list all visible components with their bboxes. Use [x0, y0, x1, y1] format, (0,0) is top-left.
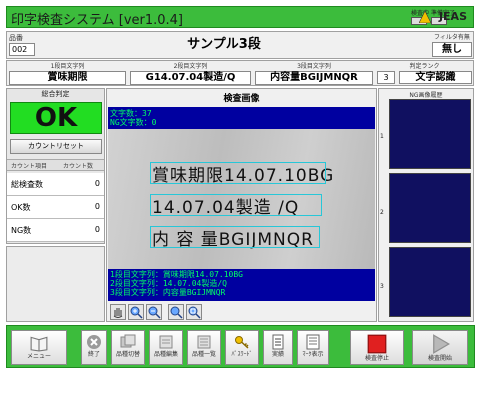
stop-inspection-label: 検査停止 [364, 355, 389, 362]
count-header: カウント項目 カウント数 [7, 159, 104, 171]
sidebar-empty-area [6, 246, 105, 322]
ng-char-count-text: NG文字数：0 [110, 118, 157, 127]
zoom-controls [110, 304, 202, 320]
count-item-col: カウント項目 [11, 163, 48, 170]
document-icon [272, 334, 284, 350]
menu-label: メニュー [26, 353, 51, 360]
count-reset-button[interactable]: カウントリセット [10, 139, 102, 154]
ng-slot-3-label: 3 [380, 283, 384, 290]
zoom-reset-icon[interactable] [186, 304, 202, 320]
product-name: サンプル3段 [187, 37, 261, 52]
ng-slot-2-label: 2 [380, 209, 384, 216]
judgement-method: 文字認識 [399, 71, 472, 84]
sidebar: 総合判定 OK カウントリセット カウント項目 カウント数 総検査数 0 OK数… [6, 88, 105, 244]
product-list-label: 品種一覧 [191, 351, 216, 358]
zoom-out-icon[interactable] [146, 304, 162, 320]
product-switch-label: 品種切替 [115, 351, 140, 358]
result-line-1: 1段目文字列：賞味期限14.07.10BG [110, 270, 243, 279]
product-no-label: 品番 [9, 34, 23, 42]
edit-icon [159, 335, 173, 349]
menu-button[interactable]: メニュー [11, 330, 67, 365]
bottom-toolbar: メニュー 終了 品種切替 品種編集 品種一覧 ﾊﾟｽﾜｰﾄﾞ 実績 ﾏｰｸ表示 … [6, 325, 475, 368]
line-strings-row: 1段目文字列 賞味期限 2段目文字列 G14.07.04製造/Q 3段目文字列 … [6, 60, 474, 86]
line-2-label: 2段目文字列 [173, 63, 208, 70]
count-ng-value: 0 [94, 225, 100, 234]
book-icon [30, 336, 48, 352]
stop-icon [367, 334, 387, 354]
ng-slot-1[interactable] [389, 99, 471, 169]
ng-history-panel: NG画像履歴 1 2 3 [378, 88, 474, 322]
count-total-label: 総検査数 [11, 180, 43, 189]
logo-icon [419, 11, 431, 23]
title-bar: 印字検査システム [ver1.0.4] 検査中 準備完了 JEAS [6, 6, 474, 28]
count-row-total: 総検査数 0 [7, 173, 104, 196]
ocr-box-1 [150, 162, 326, 184]
start-inspection-label: 検査開始 [427, 355, 452, 362]
line-1-box: 1段目文字列 賞味期限 [9, 62, 126, 85]
ng-slot-1-label: 1 [380, 133, 384, 140]
ocr-box-3 [150, 226, 320, 248]
line-2-value: G14.07.04製造/Q [130, 71, 251, 85]
key-icon [235, 336, 249, 349]
record-label: 実績 [271, 351, 284, 358]
filter-value: 無し [432, 42, 472, 57]
line-3-box: 3段目文字列 内容量BGIJMNQR [255, 62, 373, 85]
start-inspection-button[interactable]: 検査開始 [412, 330, 468, 365]
count-ng-label: NG数 [11, 226, 32, 235]
zoom-fit-icon[interactable] [168, 304, 184, 320]
judgement-rank-label: 判定ランク [409, 63, 440, 70]
judgement-rank-box: 判定ランク 3 文字認識 [377, 62, 472, 85]
mark-display-button[interactable]: ﾏｰｸ表示 [297, 330, 329, 365]
result-line-3: 3段目文字列：内容量BGIJMNQR [110, 288, 226, 297]
line-3-label: 3段目文字列 [297, 63, 331, 70]
filter-box: フィルタ有無 無し [432, 33, 472, 57]
logo-text: JEAS [438, 10, 467, 23]
filter-label: フィルタ有無 [434, 34, 470, 41]
judgement-rank-value: 3 [377, 71, 395, 84]
product-edit-button[interactable]: 品種編集 [149, 330, 183, 365]
pan-hand-icon[interactable] [110, 304, 126, 320]
mark-icon [306, 334, 320, 350]
list-icon [197, 335, 211, 349]
password-button[interactable]: ﾊﾟｽﾜｰﾄﾞ [225, 330, 259, 365]
ocr-box-2 [150, 194, 322, 216]
stop-inspection-button[interactable]: 検査停止 [350, 330, 404, 365]
ng-slot-3[interactable] [389, 247, 471, 317]
count-total-value: 0 [94, 179, 100, 188]
ng-slot-2[interactable] [389, 173, 471, 243]
play-icon [433, 334, 450, 354]
overall-result: OK [10, 102, 102, 134]
exit-button[interactable]: 終了 [81, 330, 107, 365]
record-button[interactable]: 実績 [263, 330, 293, 365]
count-value-col: カウント数 [63, 163, 94, 170]
close-icon [87, 335, 101, 349]
product-header: 品番 002 サンプル3段 フィルタ有無 無し [6, 31, 474, 59]
line-1-value: 賞味期限 [9, 71, 126, 85]
line-2-box: 2段目文字列 G14.07.04製造/Q [130, 62, 251, 85]
product-no-value: 002 [9, 43, 35, 56]
product-switch-button[interactable]: 品種切替 [111, 330, 145, 365]
ng-history-title: NG画像履歴 [409, 92, 443, 99]
exit-label: 終了 [87, 351, 100, 358]
password-label: ﾊﾟｽﾜｰﾄﾞ [231, 351, 253, 358]
product-list-button[interactable]: 品種一覧 [187, 330, 221, 365]
switch-icon [120, 334, 136, 348]
inspection-image: 文字数：37 NG文字数：0 賞味期限14.07.10BG 14.07.04製造… [108, 107, 375, 301]
result-line-2: 2段目文字列：14.07.04製造/Q [110, 279, 227, 288]
line-3-value: 内容量BGIJMNQR [255, 71, 373, 85]
image-panel-title: 検査画像 [223, 94, 260, 104]
mark-display-label: ﾏｰｸ表示 [302, 351, 324, 358]
product-edit-label: 品種編集 [153, 351, 178, 358]
product-no-box: 品番 002 [9, 34, 35, 56]
count-ok-label: OK数 [11, 203, 31, 212]
app-title: 印字検査システム [ver1.0.4] [11, 13, 183, 28]
overall-judgement-label: 総合判定 [7, 89, 104, 100]
count-row-ok: OK数 0 [7, 196, 104, 219]
count-ok-value: 0 [94, 202, 100, 211]
char-count-text: 文字数：37 [110, 109, 152, 118]
line-1-label: 1段目文字列 [50, 63, 85, 70]
count-row-ng: NG数 0 [7, 219, 104, 242]
zoom-in-icon[interactable] [128, 304, 144, 320]
